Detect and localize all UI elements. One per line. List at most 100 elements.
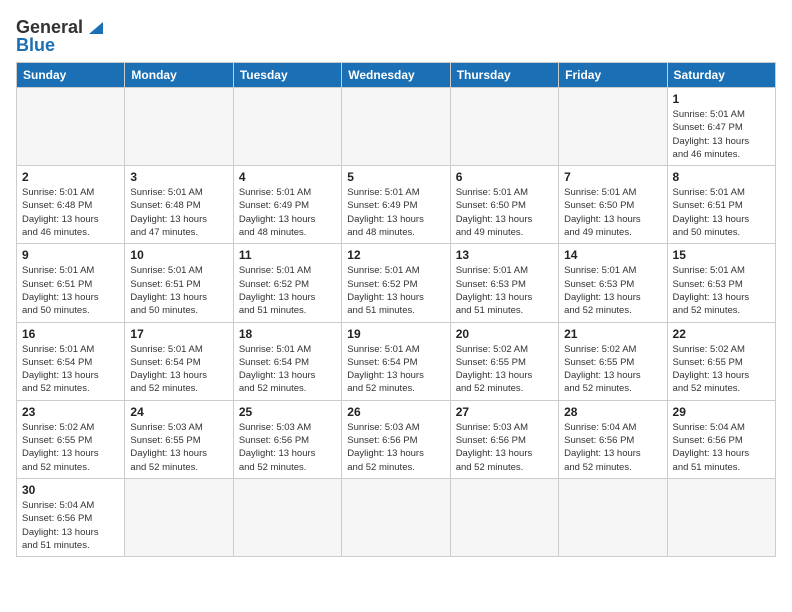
- calendar-day: 15Sunrise: 5:01 AMSunset: 6:53 PMDayligh…: [667, 244, 775, 322]
- day-number: 5: [347, 170, 444, 184]
- day-number: 21: [564, 327, 661, 341]
- day-number: 26: [347, 405, 444, 419]
- calendar-day: 16Sunrise: 5:01 AMSunset: 6:54 PMDayligh…: [17, 322, 125, 400]
- day-info: Sunrise: 5:01 AMSunset: 6:49 PMDaylight:…: [239, 186, 336, 239]
- day-info: Sunrise: 5:01 AMSunset: 6:48 PMDaylight:…: [22, 186, 119, 239]
- day-info: Sunrise: 5:01 AMSunset: 6:47 PMDaylight:…: [673, 108, 770, 161]
- day-info: Sunrise: 5:01 AMSunset: 6:54 PMDaylight:…: [22, 343, 119, 396]
- day-number: 30: [22, 483, 119, 497]
- calendar-day: 28 Sunrise: 5:04 AMSunset: 6:56 PMDayligh…: [559, 400, 667, 478]
- day-info: Sunrise: 5:02 AMSunset: 6:55 PMDaylight:…: [22, 421, 119, 474]
- day-number: 6: [456, 170, 553, 184]
- calendar-day: 2 Sunrise: 5:01 AMSunset: 6:48 PMDaylight…: [17, 166, 125, 244]
- day-info: Sunrise: 5:02 AMSunset: 6:55 PMDaylight:…: [673, 343, 770, 396]
- day-number: 14: [564, 248, 661, 262]
- calendar-day: 1Sunrise: 5:01 AMSunset: 6:47 PMDaylight…: [667, 88, 775, 166]
- calendar-day: 7 Sunrise: 5:01 AMSunset: 6:50 PMDaylight…: [559, 166, 667, 244]
- calendar-day: 3 Sunrise: 5:01 AMSunset: 6:48 PMDaylight…: [125, 166, 233, 244]
- day-info: Sunrise: 5:01 AMSunset: 6:50 PMDaylight:…: [456, 186, 553, 239]
- col-header-wednesday: Wednesday: [342, 63, 450, 88]
- day-info: Sunrise: 5:01 AMSunset: 6:48 PMDaylight:…: [130, 186, 227, 239]
- calendar-day: [233, 478, 341, 556]
- calendar-day: 14Sunrise: 5:01 AMSunset: 6:53 PMDayligh…: [559, 244, 667, 322]
- day-info: Sunrise: 5:01 AMSunset: 6:50 PMDaylight:…: [564, 186, 661, 239]
- calendar-day: 22 Sunrise: 5:02 AMSunset: 6:55 PMDayligh…: [667, 322, 775, 400]
- day-number: 24: [130, 405, 227, 419]
- day-number: 28: [564, 405, 661, 419]
- calendar-week-2: 2 Sunrise: 5:01 AMSunset: 6:48 PMDaylight…: [17, 166, 776, 244]
- calendar-week-4: 16Sunrise: 5:01 AMSunset: 6:54 PMDayligh…: [17, 322, 776, 400]
- col-header-friday: Friday: [559, 63, 667, 88]
- day-number: 9: [22, 248, 119, 262]
- col-header-sunday: Sunday: [17, 63, 125, 88]
- calendar-day: 21 Sunrise: 5:02 AMSunset: 6:55 PMDayligh…: [559, 322, 667, 400]
- calendar-day: 18 Sunrise: 5:01 AMSunset: 6:54 PMDayligh…: [233, 322, 341, 400]
- day-info: Sunrise: 5:01 AMSunset: 6:52 PMDaylight:…: [239, 264, 336, 317]
- day-number: 4: [239, 170, 336, 184]
- calendar-day: [233, 88, 341, 166]
- day-info: Sunrise: 5:01 AMSunset: 6:49 PMDaylight:…: [347, 186, 444, 239]
- day-info: Sunrise: 5:01 AMSunset: 6:52 PMDaylight:…: [347, 264, 444, 317]
- calendar-day: 12Sunrise: 5:01 AMSunset: 6:52 PMDayligh…: [342, 244, 450, 322]
- calendar-day: 10Sunrise: 5:01 AMSunset: 6:51 PMDayligh…: [125, 244, 233, 322]
- col-header-monday: Monday: [125, 63, 233, 88]
- calendar-day: 20 Sunrise: 5:02 AMSunset: 6:55 PMDayligh…: [450, 322, 558, 400]
- day-number: 15: [673, 248, 770, 262]
- logo-triangle-icon: [85, 16, 107, 38]
- day-number: 29: [673, 405, 770, 419]
- calendar-day: [125, 88, 233, 166]
- day-info: Sunrise: 5:01 AMSunset: 6:51 PMDaylight:…: [22, 264, 119, 317]
- day-number: 8: [673, 170, 770, 184]
- day-number: 27: [456, 405, 553, 419]
- day-info: Sunrise: 5:04 AMSunset: 6:56 PMDaylight:…: [564, 421, 661, 474]
- day-info: Sunrise: 5:03 AMSunset: 6:56 PMDaylight:…: [239, 421, 336, 474]
- day-number: 13: [456, 248, 553, 262]
- day-info: Sunrise: 5:01 AMSunset: 6:54 PMDaylight:…: [239, 343, 336, 396]
- calendar-week-5: 23Sunrise: 5:02 AMSunset: 6:55 PMDayligh…: [17, 400, 776, 478]
- day-number: 25: [239, 405, 336, 419]
- calendar-day: [17, 88, 125, 166]
- logo-general: General: [16, 18, 83, 36]
- day-info: Sunrise: 5:02 AMSunset: 6:55 PMDaylight:…: [564, 343, 661, 396]
- day-info: Sunrise: 5:03 AMSunset: 6:56 PMDaylight:…: [347, 421, 444, 474]
- calendar-day: 29Sunrise: 5:04 AMSunset: 6:56 PMDayligh…: [667, 400, 775, 478]
- col-header-tuesday: Tuesday: [233, 63, 341, 88]
- calendar-day: 25 Sunrise: 5:03 AMSunset: 6:56 PMDayligh…: [233, 400, 341, 478]
- calendar-day: 13 Sunrise: 5:01 AMSunset: 6:53 PMDayligh…: [450, 244, 558, 322]
- day-number: 11: [239, 248, 336, 262]
- calendar-header-row: SundayMondayTuesdayWednesdayThursdayFrid…: [17, 63, 776, 88]
- day-info: Sunrise: 5:01 AMSunset: 6:53 PMDaylight:…: [456, 264, 553, 317]
- day-info: Sunrise: 5:03 AMSunset: 6:56 PMDaylight:…: [456, 421, 553, 474]
- calendar-day: [342, 478, 450, 556]
- calendar-day: 24 Sunrise: 5:03 AMSunset: 6:55 PMDayligh…: [125, 400, 233, 478]
- calendar-day: 8 Sunrise: 5:01 AMSunset: 6:51 PMDaylight…: [667, 166, 775, 244]
- calendar-day: 17 Sunrise: 5:01 AMSunset: 6:54 PMDayligh…: [125, 322, 233, 400]
- day-number: 17: [130, 327, 227, 341]
- col-header-saturday: Saturday: [667, 63, 775, 88]
- calendar-day: [559, 478, 667, 556]
- day-number: 3: [130, 170, 227, 184]
- page-header: General Blue: [16, 16, 776, 54]
- day-number: 22: [673, 327, 770, 341]
- calendar-day: 23Sunrise: 5:02 AMSunset: 6:55 PMDayligh…: [17, 400, 125, 478]
- calendar-day: 19Sunrise: 5:01 AMSunset: 6:54 PMDayligh…: [342, 322, 450, 400]
- day-info: Sunrise: 5:02 AMSunset: 6:55 PMDaylight:…: [456, 343, 553, 396]
- day-info: Sunrise: 5:01 AMSunset: 6:51 PMDaylight:…: [130, 264, 227, 317]
- calendar-day: [450, 88, 558, 166]
- day-number: 2: [22, 170, 119, 184]
- day-info: Sunrise: 5:01 AMSunset: 6:51 PMDaylight:…: [673, 186, 770, 239]
- day-number: 19: [347, 327, 444, 341]
- calendar-day: [450, 478, 558, 556]
- logo: General Blue: [16, 16, 107, 54]
- day-number: 20: [456, 327, 553, 341]
- calendar-day: 27 Sunrise: 5:03 AMSunset: 6:56 PMDayligh…: [450, 400, 558, 478]
- calendar-day: 9 Sunrise: 5:01 AMSunset: 6:51 PMDaylight…: [17, 244, 125, 322]
- day-info: Sunrise: 5:04 AMSunset: 6:56 PMDaylight:…: [22, 499, 119, 552]
- logo-blue: Blue: [16, 36, 55, 54]
- calendar-day: [342, 88, 450, 166]
- col-header-thursday: Thursday: [450, 63, 558, 88]
- day-number: 7: [564, 170, 661, 184]
- day-info: Sunrise: 5:03 AMSunset: 6:55 PMDaylight:…: [130, 421, 227, 474]
- day-number: 18: [239, 327, 336, 341]
- day-info: Sunrise: 5:01 AMSunset: 6:54 PMDaylight:…: [130, 343, 227, 396]
